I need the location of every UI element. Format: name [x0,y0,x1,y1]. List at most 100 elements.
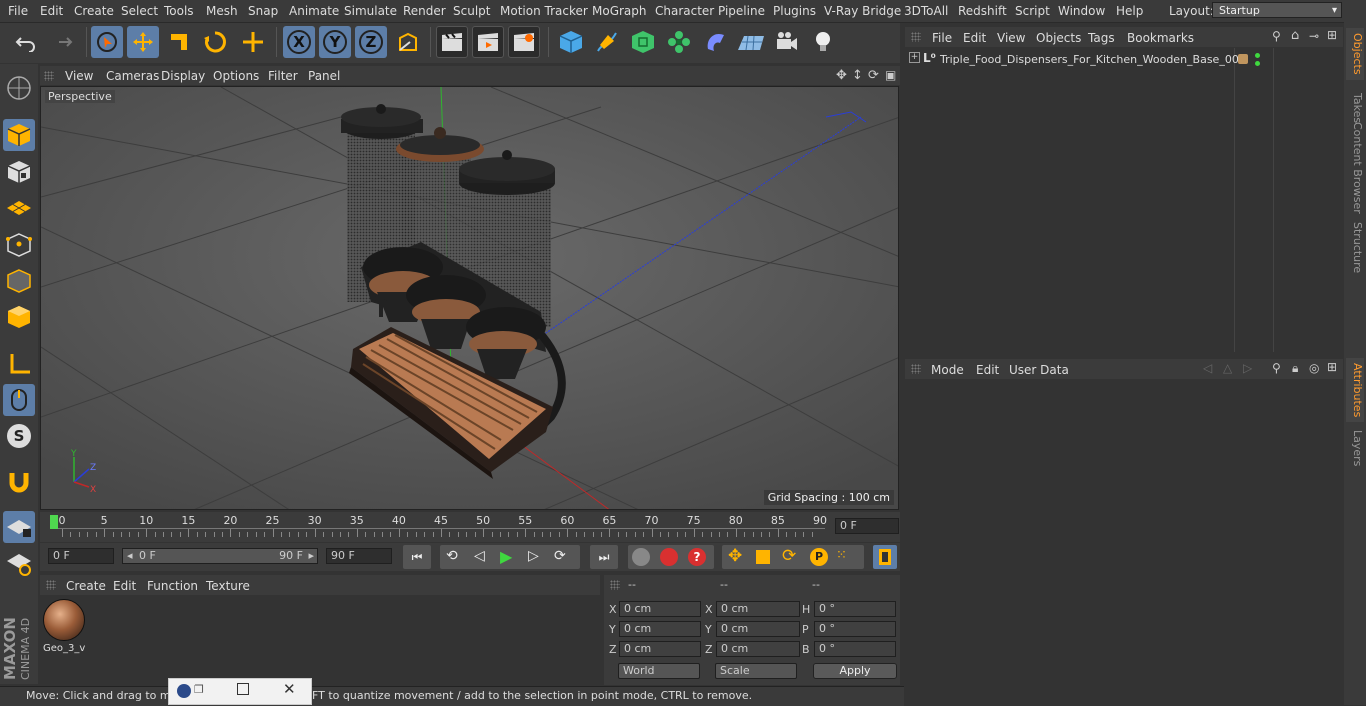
viewport-menu-view[interactable]: View [65,69,93,83]
floor-object-button[interactable] [735,26,767,58]
maximize-window-icon[interactable] [237,683,249,695]
autokey-help-icon[interactable]: ? [688,548,706,566]
menu-motion-tracker[interactable]: Motion Tracker [500,4,588,18]
play-icon[interactable]: ▶ [500,547,512,566]
key-pla-icon[interactable]: ⁙ [836,548,847,563]
objects-menu-bookmarks[interactable]: Bookmarks [1127,31,1194,45]
home-icon[interactable]: ⌂ [1291,28,1299,43]
previous-frame-icon[interactable]: ◁ [474,548,485,564]
rotation-b-field[interactable]: 0 ° [814,641,896,657]
model-mode-button[interactable] [3,119,35,151]
key-rotation-icon[interactable]: ⟳ [782,546,796,566]
size-z-field[interactable]: 0 cm [716,641,800,657]
viewport-menu-panel[interactable]: Panel [308,69,340,83]
restore-window-icon[interactable]: ❐ [194,683,204,696]
start-frame-field[interactable]: 0 F [48,548,114,564]
attributes-menu-edit[interactable]: Edit [976,363,999,377]
key-parameter-icon[interactable]: P [810,548,828,566]
menu-edit[interactable]: Edit [40,4,63,18]
menu-mesh[interactable]: Mesh [206,4,238,18]
go-to-end-button[interactable]: ⏭ [590,545,618,569]
viewport-rotate-icon[interactable]: ⟳ [868,68,879,83]
lock-icon[interactable]: 🔒︎ [1292,361,1298,376]
editor-visibility-dot[interactable] [1255,53,1260,58]
render-settings-button[interactable] [508,26,540,58]
make-editable-button[interactable] [3,72,35,104]
go-to-start-button[interactable]: ⏮ [403,545,431,569]
menu-3dtoall[interactable]: 3DToAll [904,4,948,18]
mograph-cloner-button[interactable] [663,26,695,58]
menu-vray-bridge[interactable]: V-Ray Bridge [824,4,901,18]
target-icon[interactable]: ◎ [1309,361,1319,375]
frame-range-slider[interactable]: ◂ 0 F 90 F ▸ [122,548,318,564]
position-x-field[interactable]: 0 cm [619,601,701,617]
points-mode-button[interactable] [3,229,35,261]
viewport-zoom-icon[interactable]: ↕ [852,68,863,83]
coordinate-space-select[interactable]: World [618,663,700,679]
menu-character[interactable]: Character [655,4,714,18]
y-axis-lock-button[interactable]: Y [319,26,351,58]
cube-primitive-button[interactable] [555,26,587,58]
tab-attributes[interactable]: Attributes [1346,358,1364,422]
menu-create[interactable]: Create [74,4,114,18]
undo-button[interactable] [10,26,42,58]
menu-help[interactable]: Help [1116,4,1143,18]
menu-redshift[interactable]: Redshift [958,4,1007,18]
material-menu-function[interactable]: Function [147,579,198,593]
render-visibility-dot[interactable] [1255,61,1260,66]
objects-menu-objects[interactable]: Objects [1036,31,1081,45]
search-icon[interactable]: ⚲ [1272,29,1281,43]
menu-snap[interactable]: Snap [248,4,278,18]
pen-spline-button[interactable] [591,26,623,58]
motion-record-icon[interactable] [632,548,650,566]
material-menu-create[interactable]: Create [66,579,106,593]
planar-workplane-button[interactable] [3,548,35,580]
z-axis-lock-button[interactable]: Z [355,26,387,58]
texture-mode-button[interactable] [3,156,35,188]
key-position-icon[interactable]: ✥ [728,546,742,566]
material-menu-texture[interactable]: Texture [206,579,250,593]
viewport-maximize-icon[interactable]: ▣ [885,68,896,82]
rotate-tool-button[interactable] [199,26,231,58]
next-key-icon[interactable]: ⟳ [554,548,566,564]
menu-file[interactable]: File [8,4,28,18]
snap-button[interactable]: S [3,420,35,452]
axis-mode-button[interactable] [3,348,35,380]
enable-snap-button[interactable] [3,466,35,498]
next-frame-icon[interactable]: ▷ [528,548,539,564]
tab-content-browser[interactable]: Content Browser [1346,122,1364,214]
link-icon[interactable]: ⊸ [1309,29,1319,43]
deformer-button[interactable] [699,26,731,58]
live-selection-button[interactable] [91,26,123,58]
timeline-playhead[interactable] [50,515,58,529]
tab-layers[interactable]: Layers [1346,426,1364,470]
objects-menu-tags[interactable]: Tags [1088,31,1115,45]
x-axis-lock-button[interactable]: X [283,26,315,58]
tab-structure[interactable]: Structure [1346,220,1364,276]
panel-grip[interactable] [610,580,620,590]
menu-pipeline[interactable]: Pipeline [718,4,765,18]
size-x-field[interactable]: 0 cm [716,601,800,617]
panel-grip[interactable] [44,71,54,81]
viewport-pan-icon[interactable]: ✥ [836,68,847,83]
attributes-menu-mode[interactable]: Mode [931,363,964,377]
panel-grip[interactable] [911,364,921,374]
menu-render[interactable]: Render [403,4,446,18]
menu-select[interactable]: Select [121,4,158,18]
forward-arrow-icon[interactable]: ▷ [1243,361,1252,375]
layer-tag-icon[interactable] [1238,54,1248,64]
menu-animate[interactable]: Animate [289,4,339,18]
layout-select[interactable]: Startup [1212,2,1342,19]
cinema4d-app-icon[interactable] [177,684,191,698]
new-window-icon[interactable]: ⊞ [1327,28,1337,42]
render-to-picture-viewer-button[interactable] [472,26,504,58]
size-y-field[interactable]: 0 cm [716,621,800,637]
position-z-field[interactable]: 0 cm [619,641,701,657]
rotation-p-field[interactable]: 0 ° [814,621,896,637]
menu-simulate[interactable]: Simulate [344,4,397,18]
objects-menu-file[interactable]: File [932,31,952,45]
panel-grip[interactable] [46,580,56,590]
workplane-mode-button[interactable] [3,192,35,224]
menu-tools[interactable]: Tools [164,4,194,18]
rotation-h-field[interactable]: 0 ° [814,601,896,617]
